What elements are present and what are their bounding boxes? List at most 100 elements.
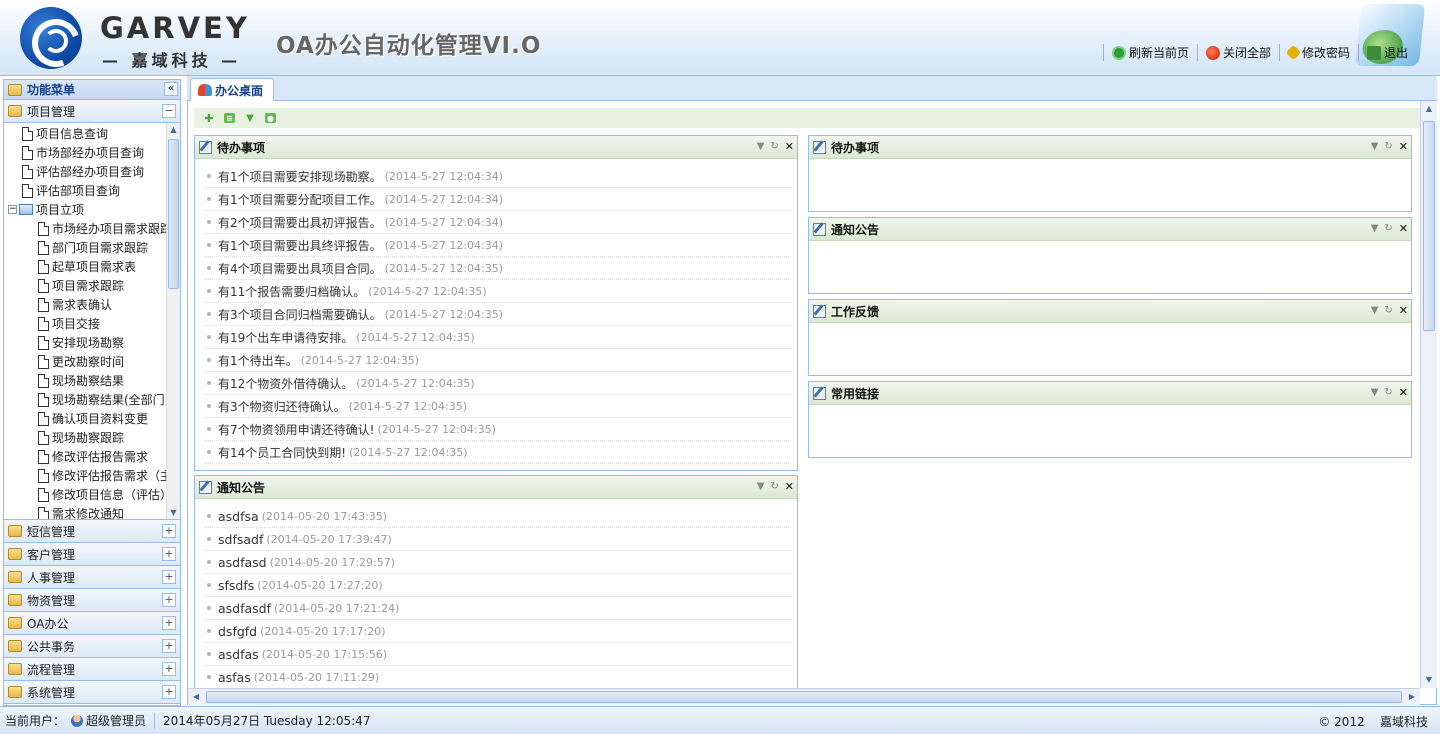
collapse-toggle-icon[interactable]: −: [162, 104, 176, 118]
tree-item[interactable]: 修改评估报告需求（主）: [4, 466, 180, 485]
scroll-up-icon[interactable]: ▲: [168, 124, 179, 136]
list-item[interactable]: 有3个物资归还待确认。 (2014-5-27 12:04:35): [205, 395, 791, 418]
tree-item[interactable]: 评估部项目查询: [4, 181, 180, 200]
collapse-sidebar-button[interactable]: «: [164, 82, 178, 96]
list-item[interactable]: asdfasdf (2014-05-20 17:21:24): [205, 597, 791, 620]
list-item[interactable]: 有1个项目需要安排现场勘察。 (2014-5-27 12:04:34): [205, 165, 791, 188]
tab-office-desktop[interactable]: 办公桌面: [190, 78, 275, 101]
refresh-page-link[interactable]: 刷新当前页: [1102, 44, 1197, 61]
settings-icon[interactable]: ●: [265, 113, 276, 123]
refresh-icon[interactable]: ↻: [1384, 223, 1392, 234]
collapse-icon[interactable]: ▼: [1371, 223, 1379, 234]
expand-toggle-icon[interactable]: +: [162, 524, 176, 538]
expand-toggle-icon[interactable]: +: [162, 547, 176, 561]
collapse-icon[interactable]: ▼: [757, 481, 765, 492]
content-horizontal-scrollbar[interactable]: ◀ ▶: [188, 688, 1420, 705]
refresh-icon[interactable]: ↻: [770, 141, 778, 152]
scroll-left-icon[interactable]: ◀: [189, 690, 203, 704]
list-item[interactable]: 有4个项目需要出具项目合同。 (2014-5-27 12:04:35): [205, 257, 791, 280]
refresh-icon[interactable]: ↻: [1384, 305, 1392, 316]
scroll-down-icon[interactable]: ▼: [168, 507, 179, 519]
tree-item[interactable]: 现场勘察结果(全部门): [4, 390, 180, 409]
close-icon[interactable]: ✕: [1399, 304, 1408, 317]
collapse-icon[interactable]: ▼: [1371, 141, 1379, 152]
list-item[interactable]: 有1个项目需要出具终评报告。 (2014-5-27 12:04:34): [205, 234, 791, 257]
tree-item[interactable]: 项目信息查询: [4, 124, 180, 143]
list-item[interactable]: 有12个物资外借待确认。 (2014-5-27 12:04:35): [205, 372, 791, 395]
tree-item[interactable]: 市场部经办项目查询: [4, 143, 180, 162]
collapse-icon[interactable]: ▼: [1371, 387, 1379, 398]
tree-item[interactable]: 现场勘察跟踪: [4, 428, 180, 447]
list-item[interactable]: 有19个出车申请待安排。 (2014-5-27 12:04:35): [205, 326, 791, 349]
close-icon[interactable]: ✕: [1399, 386, 1408, 399]
refresh-icon[interactable]: ↻: [1384, 141, 1392, 152]
close-icon[interactable]: ✕: [785, 140, 794, 153]
expand-toggle-icon[interactable]: +: [162, 639, 176, 653]
close-icon[interactable]: ✕: [785, 480, 794, 493]
list-item[interactable]: 有1个待出车。 (2014-5-27 12:04:35): [205, 349, 791, 372]
accordion-section[interactable]: 短信管理 +: [4, 520, 180, 543]
accordion-section[interactable]: 客户管理 +: [4, 543, 180, 566]
close-all-link[interactable]: 关闭全部: [1196, 44, 1279, 61]
collapse-icon[interactable]: ▼: [757, 141, 765, 152]
list-item[interactable]: asdfsa (2014-05-20 17:43:35): [205, 505, 791, 528]
expand-toggle-icon[interactable]: +: [162, 593, 176, 607]
accordion-section[interactable]: OA办公 +: [4, 612, 180, 635]
tree-item[interactable]: 现场勘察结果: [4, 371, 180, 390]
content-vertical-scrollbar[interactable]: ▲ ▼: [1420, 101, 1437, 688]
list-item[interactable]: asdfasd (2014-05-20 17:29:57): [205, 551, 791, 574]
list-item[interactable]: 有7个物资领用申请还待确认! (2014-5-27 12:04:35): [205, 418, 791, 441]
accordion-section[interactable]: 物资管理 +: [4, 589, 180, 612]
scroll-up-icon[interactable]: ▲: [1423, 102, 1435, 116]
tree-item[interactable]: 评估部经办项目查询: [4, 162, 180, 181]
list-item[interactable]: asfas (2014-05-20 17:11:29): [205, 666, 791, 689]
tree-scroll-thumb[interactable]: [168, 139, 179, 289]
list-item[interactable]: 有14个员工合同快到期! (2014-5-27 12:04:35): [205, 441, 791, 464]
tree-item[interactable]: 市场经办项目需求跟踪: [4, 219, 180, 238]
tree-item[interactable]: 更改勘察时间: [4, 352, 180, 371]
dropdown-icon[interactable]: ▼: [243, 112, 257, 124]
accordion-section[interactable]: 流程管理 +: [4, 658, 180, 681]
logout-link[interactable]: 退出: [1357, 44, 1416, 61]
tree-item[interactable]: 修改评估报告需求: [4, 447, 180, 466]
list-item[interactable]: 有1个项目需要分配项目工作。 (2014-5-27 12:04:34): [205, 188, 791, 211]
close-icon[interactable]: ✕: [1399, 140, 1408, 153]
tree-item[interactable]: 项目需求跟踪: [4, 276, 180, 295]
list-item[interactable]: sfsdfs (2014-05-20 17:27:20): [205, 574, 791, 597]
refresh-icon[interactable]: ↻: [1384, 387, 1392, 398]
expand-toggle-icon[interactable]: +: [162, 616, 176, 630]
add-icon[interactable]: ✚: [202, 112, 216, 125]
horizontal-scroll-thumb[interactable]: [206, 691, 1402, 703]
expand-toggle-icon[interactable]: +: [162, 570, 176, 584]
content-scroll-thumb[interactable]: [1423, 121, 1435, 331]
tree-collapse-icon[interactable]: −: [8, 205, 17, 214]
list-item[interactable]: 有2个项目需要出具初评报告。 (2014-5-27 12:04:34): [205, 211, 791, 234]
tree-scrollbar[interactable]: ▲ ▼: [166, 123, 180, 519]
tree-item[interactable]: 需求修改通知: [4, 504, 180, 519]
scroll-down-icon[interactable]: ▼: [1423, 673, 1435, 687]
accordion-section[interactable]: 系统管理 +: [4, 681, 180, 704]
tree-item[interactable]: 项目交接: [4, 314, 180, 333]
tree-folder[interactable]: − 项目立项: [4, 200, 180, 219]
accordion-section[interactable]: 人事管理 +: [4, 566, 180, 589]
list-item[interactable]: 有11个报告需要归档确认。 (2014-5-27 12:04:35): [205, 280, 791, 303]
expand-toggle-icon[interactable]: +: [162, 685, 176, 699]
list-item[interactable]: dsfgfd (2014-05-20 17:17:20): [205, 620, 791, 643]
tree-item[interactable]: 部门项目需求跟踪: [4, 238, 180, 257]
accordion-section[interactable]: 公共事务 +: [4, 635, 180, 658]
list-item[interactable]: asdfas (2014-05-20 17:15:56): [205, 643, 791, 666]
edit-icon[interactable]: ≡: [224, 113, 235, 123]
close-icon[interactable]: ✕: [1399, 222, 1408, 235]
expand-toggle-icon[interactable]: +: [162, 662, 176, 676]
list-item[interactable]: sdfsadf (2014-05-20 17:39:47): [205, 528, 791, 551]
list-item[interactable]: 有3个项目合同归档需要确认。 (2014-5-27 12:04:35): [205, 303, 791, 326]
accordion-project-management[interactable]: 项目管理 −: [4, 100, 180, 123]
change-password-link[interactable]: 修改密码: [1278, 44, 1358, 61]
tree-item[interactable]: 修改项目信息（评估）: [4, 485, 180, 504]
tree-item[interactable]: 起草项目需求表: [4, 257, 180, 276]
collapse-icon[interactable]: ▼: [1371, 305, 1379, 316]
scroll-right-icon[interactable]: ▶: [1405, 690, 1419, 704]
tree-item[interactable]: 确认项目资料变更: [4, 409, 180, 428]
tree-item[interactable]: 安排现场勘察: [4, 333, 180, 352]
refresh-icon[interactable]: ↻: [770, 481, 778, 492]
